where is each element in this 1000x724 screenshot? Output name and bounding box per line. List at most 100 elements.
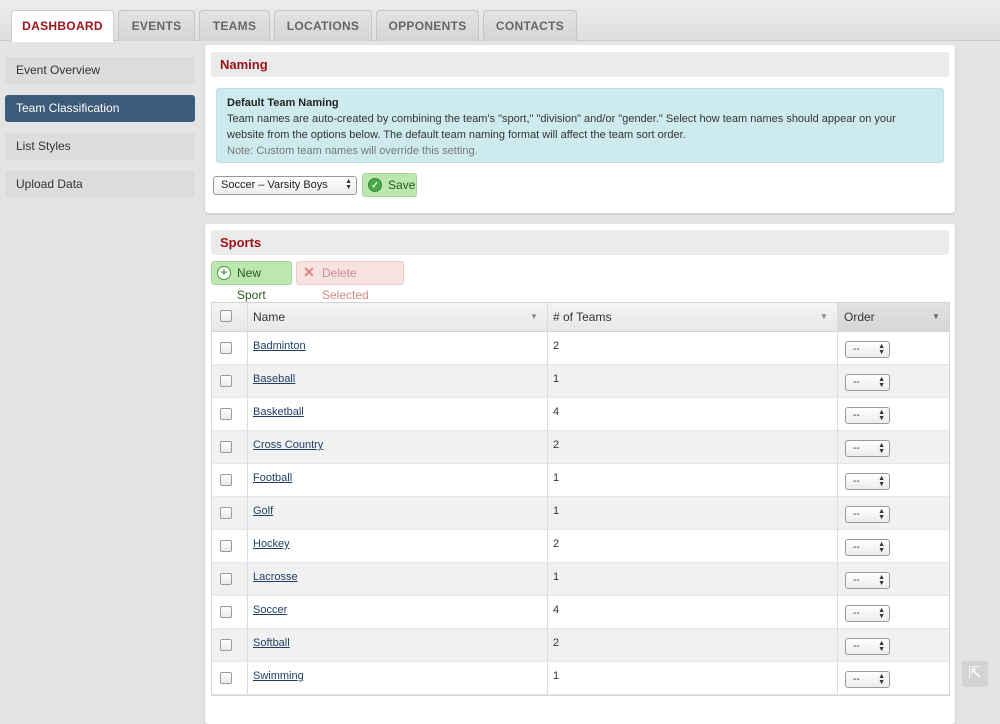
sidebar-item-team-classification[interactable]: Team Classification bbox=[5, 95, 195, 122]
order-select-value: -- bbox=[853, 377, 860, 388]
table-row: Basketball 4 -- ▲ ▼ bbox=[212, 398, 949, 431]
team-count: 2 bbox=[553, 637, 560, 649]
sport-name-link[interactable]: Cross Country bbox=[253, 439, 323, 451]
select-arrows-icon: ▲ ▼ bbox=[878, 508, 885, 521]
select-arrows-icon: ▲ ▼ bbox=[878, 442, 885, 455]
row-checkbox[interactable] bbox=[220, 606, 232, 618]
order-select-value: -- bbox=[853, 443, 860, 454]
sport-name-link[interactable]: Football bbox=[253, 472, 292, 484]
team-count: 4 bbox=[553, 406, 560, 418]
table-row: Hockey 2 -- ▲ ▼ bbox=[212, 530, 949, 563]
sport-name: Soccer bbox=[253, 596, 287, 629]
column-num-teams[interactable]: # of Teams bbox=[553, 303, 611, 331]
row-checkbox[interactable] bbox=[220, 408, 232, 420]
table-header: Name ▼ # of Teams ▼ Order ▼ bbox=[212, 303, 949, 332]
new-sport-label: New Sport bbox=[237, 266, 266, 302]
table-row: Football 1 -- ▲ ▼ bbox=[212, 464, 949, 497]
row-checkbox[interactable] bbox=[220, 441, 232, 453]
team-count: 2 bbox=[553, 538, 560, 550]
tab-contacts[interactable]: CONTACTS bbox=[483, 10, 577, 41]
order-select[interactable]: -- ▲ ▼ bbox=[845, 506, 890, 523]
select-arrows-icon: ▲ ▼ bbox=[878, 376, 885, 389]
column-name[interactable]: Name bbox=[253, 303, 285, 331]
order-select-value: -- bbox=[853, 542, 860, 553]
order-select[interactable]: -- ▲ ▼ bbox=[845, 539, 890, 556]
sport-name-link[interactable]: Golf bbox=[253, 505, 273, 517]
checkmark-icon: ✓ bbox=[368, 178, 382, 192]
select-arrows-icon: ▲ ▼ bbox=[878, 607, 885, 620]
team-count: 2 bbox=[553, 439, 560, 451]
sport-name-link[interactable]: Swimming bbox=[253, 670, 304, 682]
new-sport-button[interactable]: + New Sport bbox=[211, 261, 292, 302]
select-all-checkbox[interactable] bbox=[220, 310, 232, 322]
order-select-value: -- bbox=[853, 344, 860, 355]
sport-name-link[interactable]: Lacrosse bbox=[253, 571, 298, 583]
sport-name: Baseball bbox=[253, 365, 295, 398]
order-select-value: -- bbox=[853, 509, 860, 520]
order-select[interactable]: -- ▲ ▼ bbox=[845, 572, 890, 589]
row-checkbox[interactable] bbox=[220, 375, 232, 387]
row-checkbox[interactable] bbox=[220, 507, 232, 519]
order-select-value: -- bbox=[853, 476, 860, 487]
order-select[interactable]: -- ▲ ▼ bbox=[845, 374, 890, 391]
select-arrows-icon: ▲ ▼ bbox=[345, 178, 352, 191]
sport-name: Lacrosse bbox=[253, 563, 298, 596]
order-select[interactable]: -- ▲ ▼ bbox=[845, 341, 890, 358]
order-select[interactable]: -- ▲ ▼ bbox=[845, 407, 890, 424]
sport-name: Hockey bbox=[253, 530, 290, 563]
order-select[interactable]: -- ▲ ▼ bbox=[845, 440, 890, 457]
row-checkbox[interactable] bbox=[220, 639, 232, 651]
save-button[interactable]: ✓ Save bbox=[362, 173, 417, 197]
sport-name-link[interactable]: Softball bbox=[253, 637, 290, 649]
sports-panel: Sports + New Sport ✕ Delete Selected Nam… bbox=[205, 224, 955, 724]
sort-arrow-icon[interactable]: ▼ bbox=[932, 303, 940, 331]
order-select-value: -- bbox=[853, 641, 860, 652]
sidebar-item-list-styles[interactable]: List Styles bbox=[5, 133, 195, 160]
team-count: 4 bbox=[553, 604, 560, 616]
tab-dashboard[interactable]: DASHBOARD bbox=[11, 10, 114, 42]
order-select[interactable]: -- ▲ ▼ bbox=[845, 638, 890, 655]
sport-name: Badminton bbox=[253, 332, 306, 365]
order-select[interactable]: -- ▲ ▼ bbox=[845, 605, 890, 622]
row-checkbox[interactable] bbox=[220, 540, 232, 552]
naming-title: Naming bbox=[211, 52, 949, 77]
row-checkbox[interactable] bbox=[220, 573, 232, 585]
table-row: Soccer 4 -- ▲ ▼ bbox=[212, 596, 949, 629]
sport-name-link[interactable]: Basketball bbox=[253, 406, 304, 418]
save-button-label: Save bbox=[388, 178, 416, 192]
tab-locations[interactable]: LOCATIONS bbox=[274, 10, 372, 41]
delete-x-icon: ✕ bbox=[303, 264, 315, 280]
info-text-line-2: website from the options below. The defa… bbox=[227, 129, 686, 141]
row-checkbox[interactable] bbox=[220, 342, 232, 354]
select-arrows-icon: ▲ ▼ bbox=[878, 673, 885, 686]
table-row: Softball 2 -- ▲ ▼ bbox=[212, 629, 949, 662]
naming-panel: Naming Default Team Naming Team names ar… bbox=[205, 45, 955, 213]
tab-opponents[interactable]: OPPONENTS bbox=[376, 10, 479, 41]
sport-name: Football bbox=[253, 464, 292, 497]
row-checkbox[interactable] bbox=[220, 672, 232, 684]
sort-arrow-icon[interactable]: ▼ bbox=[820, 303, 828, 331]
sidebar-item-event-overview[interactable]: Event Overview bbox=[5, 57, 195, 84]
sport-name-link[interactable]: Hockey bbox=[253, 538, 290, 550]
sport-name-link[interactable]: Soccer bbox=[253, 604, 287, 616]
order-select-value: -- bbox=[853, 608, 860, 619]
team-count: 1 bbox=[553, 571, 560, 583]
order-select-value: -- bbox=[853, 674, 860, 685]
sport-name-link[interactable]: Badminton bbox=[253, 340, 306, 352]
select-arrows-icon: ▲ ▼ bbox=[878, 541, 885, 554]
sort-arrow-icon[interactable]: ▼ bbox=[530, 303, 538, 331]
tab-events[interactable]: EVENTS bbox=[118, 10, 195, 41]
tab-teams[interactable]: TEAMS bbox=[199, 10, 270, 41]
order-select[interactable]: -- ▲ ▼ bbox=[845, 473, 890, 490]
row-checkbox[interactable] bbox=[220, 474, 232, 486]
sport-name-link[interactable]: Baseball bbox=[253, 373, 295, 385]
select-arrows-icon: ▲ ▼ bbox=[878, 640, 885, 653]
order-select[interactable]: -- ▲ ▼ bbox=[845, 671, 890, 688]
default-team-naming-info: Default Team Naming Team names are auto-… bbox=[216, 88, 944, 163]
delete-selected-button[interactable]: ✕ Delete Selected bbox=[296, 261, 404, 302]
team-naming-select[interactable]: Soccer – Varsity Boys ▲ ▼ bbox=[213, 176, 357, 195]
sidebar-item-upload-data[interactable]: Upload Data bbox=[5, 171, 195, 198]
share-icon[interactable]: ⇱ bbox=[962, 661, 988, 687]
select-arrows-icon: ▲ ▼ bbox=[878, 574, 885, 587]
info-text-line-1: Team names are auto-created by combining… bbox=[227, 113, 896, 125]
